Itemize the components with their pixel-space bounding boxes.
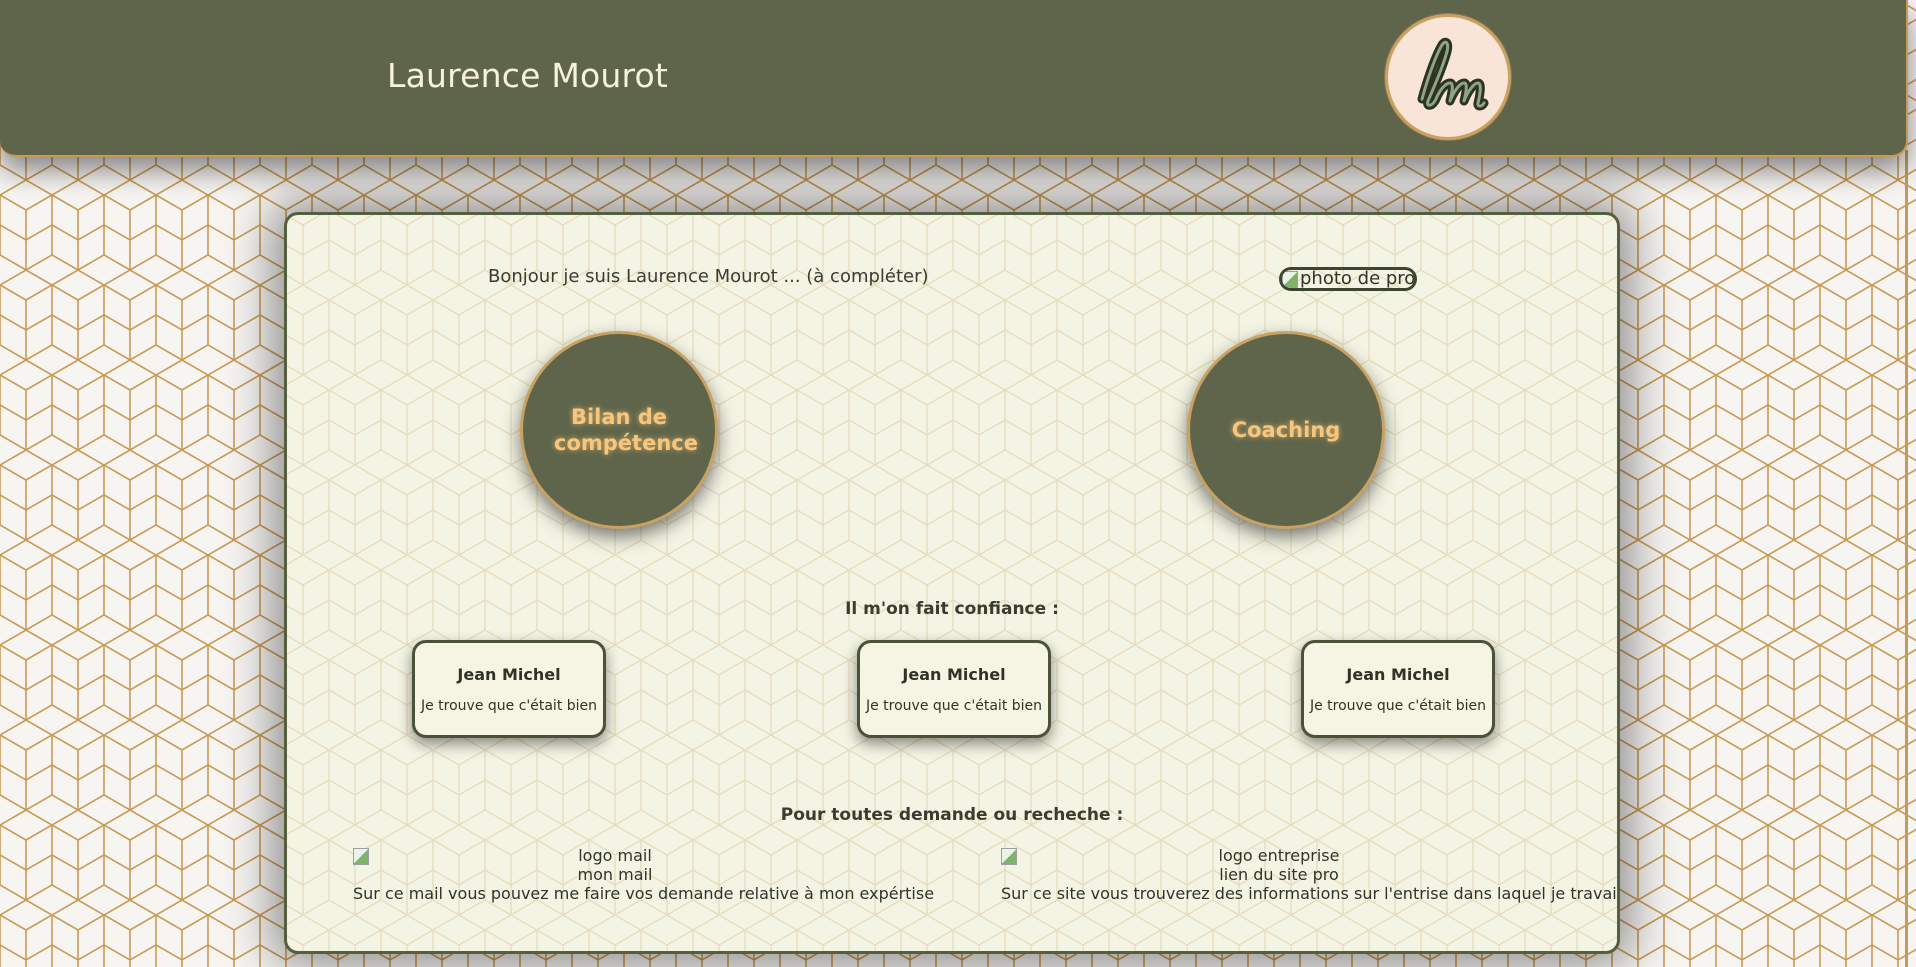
testimonial-card: Jean Michel Je trouve que c'était bien: [1301, 640, 1495, 738]
site-link[interactable]: lien du site pro: [1001, 865, 1557, 884]
profile-photo: photo de profil: [1279, 267, 1417, 291]
testimonial-name: Jean Michel: [1346, 665, 1450, 684]
testimonial-name: Jean Michel: [902, 665, 1006, 684]
service-coaching-label: Coaching: [1231, 418, 1341, 442]
page-edge-border: [1905, 150, 1908, 967]
mail-link[interactable]: mon mail: [353, 865, 877, 884]
testimonials-title: Il m'on fait confiance :: [845, 599, 1059, 619]
lm-monogram-icon: [1417, 37, 1489, 111]
broken-image-icon: [353, 848, 369, 865]
service-bilan-label: Bilan de compétence: [554, 405, 698, 455]
main-content-card: Bonjour je suis Laurence Mourot ... (à c…: [284, 212, 1620, 954]
card-cube-pattern: [287, 215, 1617, 951]
broken-image-icon: [1001, 848, 1017, 865]
mail-description: Sur ce mail vous pouvez me faire vos dem…: [353, 884, 935, 903]
contact-site-block: logo entreprise lien du site pro Sur ce …: [1001, 846, 1620, 903]
broken-image-icon: [1282, 270, 1298, 288]
testimonial-quote: Je trouve que c'était bien: [865, 698, 1043, 714]
brand-logo[interactable]: [1385, 14, 1511, 140]
company-logo-alt: logo entreprise: [1218, 846, 1340, 865]
testimonial-name: Jean Michel: [457, 665, 561, 684]
testimonial-card: Jean Michel Je trouve que c'était bien: [412, 640, 606, 738]
site-header: Laurence Mourot: [0, 0, 1908, 157]
testimonial-card: Jean Michel Je trouve que c'était bien: [857, 640, 1051, 738]
mail-logo-alt: logo mail: [578, 846, 652, 865]
testimonial-quote: Je trouve que c'était bien: [1309, 698, 1487, 714]
contact-mail-block: logo mail mon mail Sur ce mail vous pouv…: [353, 846, 935, 903]
service-bilan-button[interactable]: Bilan de compétence: [520, 331, 718, 529]
profile-photo-alt: photo de profil: [1300, 268, 1416, 289]
service-coaching-button[interactable]: Coaching: [1187, 331, 1385, 529]
contact-title: Pour toutes demande ou recheche :: [780, 805, 1124, 825]
mail-logo-image: logo mail: [353, 846, 877, 865]
testimonial-quote: Je trouve que c'était bien: [420, 698, 598, 714]
site-description: Sur ce site vous trouverez des informati…: [1001, 884, 1620, 903]
company-logo-image: logo entreprise: [1001, 846, 1557, 865]
intro-text: Bonjour je suis Laurence Mourot ... (à c…: [488, 266, 929, 287]
site-title: Laurence Mourot: [387, 56, 669, 95]
